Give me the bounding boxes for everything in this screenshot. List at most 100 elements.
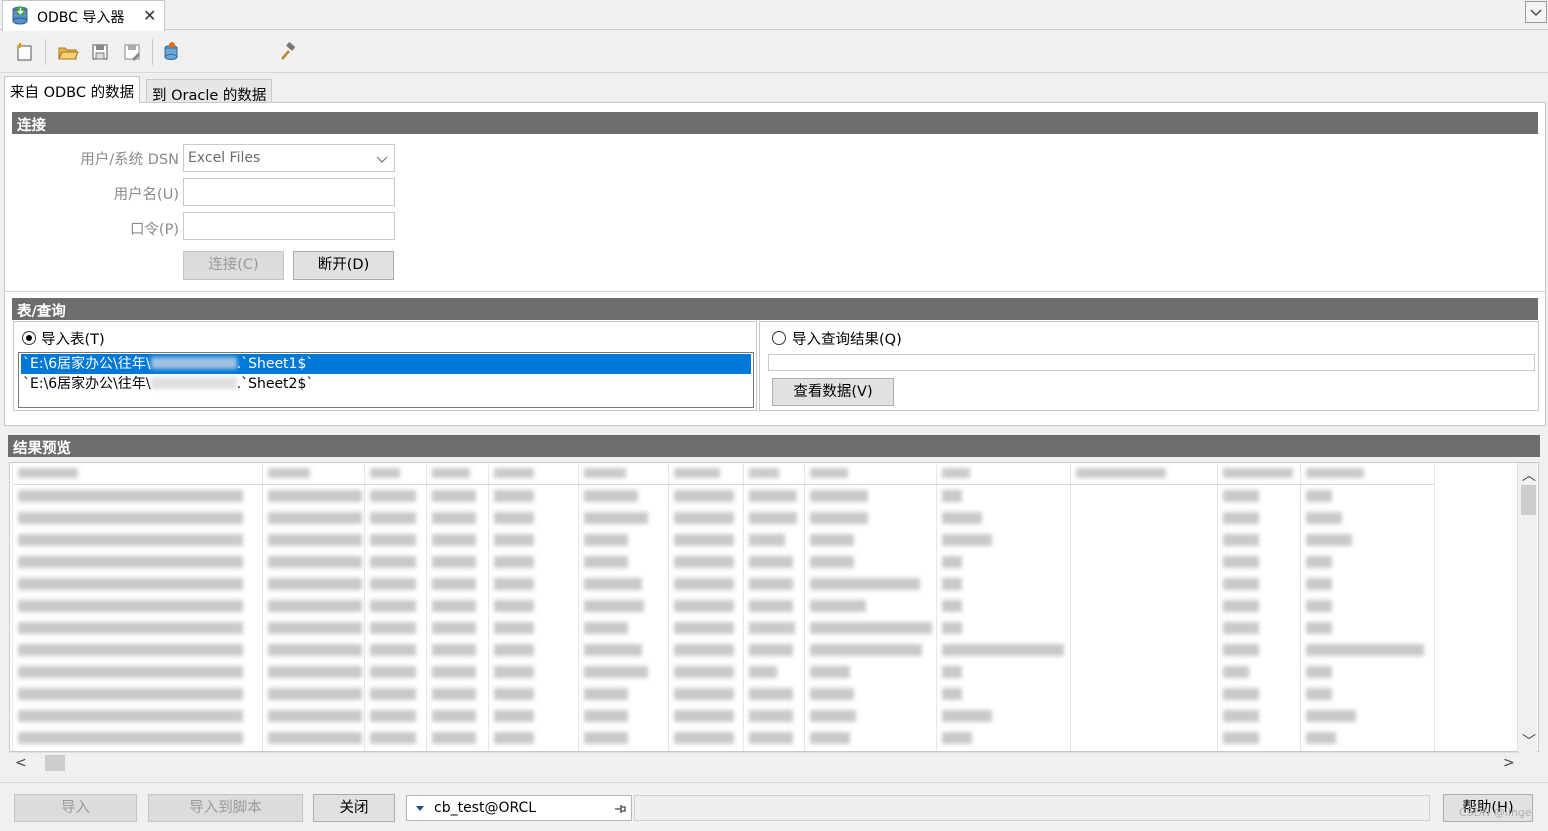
close-button[interactable]: 关闭 [313,794,395,822]
grid-cell [1306,600,1332,612]
grid-cell [942,732,972,744]
grid-header-cell [268,468,310,478]
horizontal-scroll-thumb[interactable] [45,755,65,771]
import-to-script-button[interactable]: 导入到脚本 [148,794,303,822]
import-button[interactable]: 导入 [14,794,137,822]
grid-header-cell [18,468,78,478]
grid-cell [1306,490,1332,502]
grid-row[interactable] [14,485,1434,507]
dsn-label: 用户/系统 DSN [80,152,179,168]
grid-row[interactable] [14,573,1434,595]
grid-cell [432,490,476,502]
grid-row[interactable] [14,639,1434,661]
preview-grid[interactable] [9,462,1539,752]
grid-cell [942,512,982,524]
grid-header-cell [494,468,534,478]
grid-header-cell [674,468,720,478]
grid-cell [494,666,534,678]
target-connection-select[interactable]: cb_test@ORCL [406,795,632,821]
grid-cell [268,600,362,612]
chevron-down-icon [376,156,388,163]
horizontal-scrollbar[interactable]: < > [9,752,1521,774]
grid-cell [810,534,854,546]
import-query-radio[interactable] [772,331,786,345]
grid-cell [432,578,476,590]
dsn-select[interactable]: Excel Files [183,144,395,172]
grid-row[interactable] [14,595,1434,617]
username-field[interactable] [183,178,395,206]
grid-cell [810,512,868,524]
open-folder-icon[interactable] [56,40,80,64]
grid-row[interactable] [14,617,1434,639]
grid-row[interactable] [14,551,1434,573]
grid-cell [749,490,797,502]
new-icon[interactable] [13,40,37,64]
import-table-radio[interactable] [22,331,36,345]
document-tab[interactable]: ODBC 导入器 ✕ [2,0,165,31]
scroll-up-icon[interactable]: ︿ [1522,465,1536,485]
password-field[interactable] [183,212,395,240]
scroll-left-icon[interactable]: < [15,755,27,771]
grid-cell [810,490,868,502]
table-list-item[interactable]: `E:\6居家办公\往年\ .`Sheet1$` [21,354,751,374]
grid-cell [18,666,243,678]
scroll-down-icon[interactable]: ﹀ [1522,731,1536,751]
grid-cell [370,600,416,612]
grid-header-cell [1223,468,1293,478]
grid-cell [370,490,416,502]
grid-cell [1223,600,1259,612]
grid-cell [942,600,962,612]
grid-row[interactable] [14,661,1434,683]
grid-cell [1223,490,1259,502]
grid-cell [584,710,628,722]
connect-button[interactable]: 连接(C) [183,251,284,280]
grid-cell [18,688,243,700]
table-list[interactable]: `E:\6居家办公\往年\ .`Sheet1$` `E:\6居家办公\往年\ .`S… [18,352,754,408]
grid-cell [1306,732,1336,744]
grid-cell [1306,622,1332,634]
grid-row[interactable] [14,507,1434,529]
scroll-corner [1521,752,1539,774]
grid-cell [810,556,854,568]
grid-row[interactable] [14,705,1434,727]
grid-column-divider [12,463,13,751]
grid-cell [432,732,476,744]
grid-cell [268,710,362,722]
grid-cell [494,622,534,634]
query-input[interactable] [768,354,1535,371]
close-tab-icon[interactable]: ✕ [143,6,156,25]
vertical-scroll-thumb[interactable] [1521,485,1536,515]
grid-cell [18,512,243,524]
grid-header-cell [1306,468,1364,478]
grid-cell [749,688,793,700]
view-data-button[interactable]: 查看数据(V) [772,378,894,406]
tab-from-odbc[interactable]: 来自 ODBC 的数据 [4,76,141,103]
grid-cell [18,490,243,502]
preview-section-header: 结果预览 [8,435,1540,457]
grid-cell [674,490,734,502]
grid-cell [942,578,962,590]
grid-row[interactable] [14,727,1434,749]
tab-list-dropdown-button[interactable] [1525,1,1547,23]
scroll-right-icon[interactable]: > [1503,755,1515,771]
table-list-item[interactable]: `E:\6居家办公\往年\ .`Sheet2$` [21,374,751,394]
hammer-icon[interactable] [276,40,300,64]
grid-cell [584,600,644,612]
grid-row[interactable] [14,683,1434,705]
grid-cell [370,556,416,568]
import-query-label: 导入查询结果(Q) [792,332,902,348]
disconnect-button[interactable]: 断开(D) [293,251,394,280]
vertical-scrollbar[interactable]: ︿ ﹀ [1517,463,1537,752]
database-connect-icon[interactable] [160,40,184,64]
grid-cell [370,644,416,656]
save-icon[interactable] [88,40,112,64]
save-as-icon[interactable] [120,40,144,64]
grid-cell [432,622,476,634]
grid-cell [749,622,795,634]
watermark: CSDN @linge [1459,806,1532,819]
grid-cell [1223,688,1259,700]
grid-cell [584,578,642,590]
grid-row[interactable] [14,529,1434,551]
grid-cell [810,732,850,744]
grid-cell [1306,556,1332,568]
